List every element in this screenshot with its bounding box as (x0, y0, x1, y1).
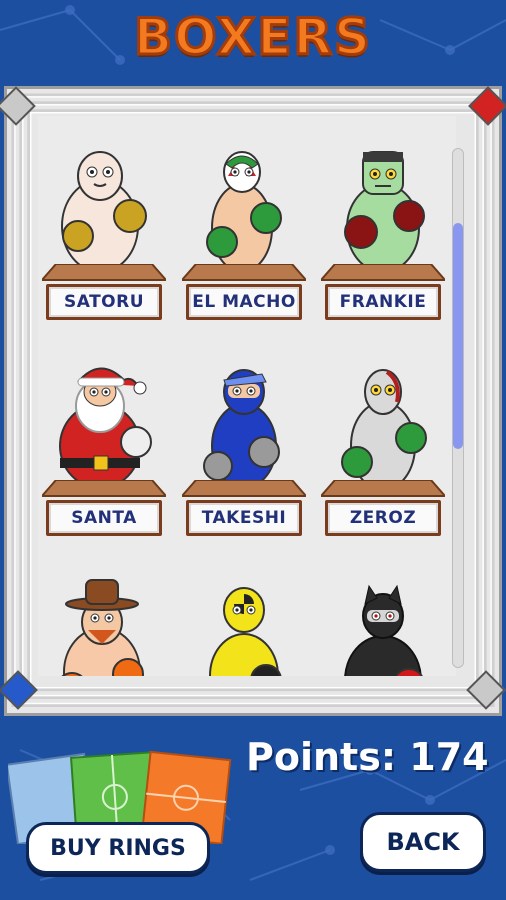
boxer-card-crash-dummy[interactable] (182, 576, 306, 676)
scrollbar-thumb[interactable] (453, 223, 463, 449)
boxer-card-zeroz[interactable]: ZEROZ (321, 362, 445, 548)
boxer-card-satoru[interactable]: SATORU (42, 146, 166, 332)
ninja-boxer-icon (203, 369, 280, 489)
boxer-list-scrollbar[interactable] (452, 148, 464, 668)
points-label: Points: (246, 735, 397, 779)
boxer-name: EL MACHO (186, 284, 302, 320)
luchador-boxer-icon (206, 151, 282, 273)
boxer-card-takeshi[interactable]: TAKESHI (182, 362, 306, 548)
cyborg-boxer-icon (341, 369, 427, 491)
points-display: Points: 174 (246, 735, 496, 779)
boxer-name: ZEROZ (325, 500, 441, 536)
boxer-name: FRANKIE (325, 284, 441, 320)
boxer-card-el-macho[interactable]: EL MACHO (182, 146, 306, 332)
cat-woman-boxer-icon (344, 584, 423, 676)
boxer-grid: SATORU EL MACHO FRANKIE SANTA TAKESHI ZE… (38, 116, 456, 676)
boxer-name: SATORU (46, 284, 162, 320)
frankenstein-boxer-icon (344, 151, 425, 273)
boxer-card-cowboy[interactable] (42, 576, 166, 676)
crash-dummy-boxer-icon (209, 587, 282, 676)
buy-rings-button[interactable]: BUY RINGS (26, 822, 210, 874)
boxer-name: SANTA (46, 500, 162, 536)
cowboy-boxer-icon (61, 579, 144, 676)
boxer-card-cat-woman[interactable] (321, 576, 445, 676)
santa-boxer-icon (59, 367, 152, 489)
screen-title: BOXERS (132, 7, 373, 68)
back-button[interactable]: BACK (360, 812, 486, 872)
boxer-card-frankie[interactable]: FRANKIE (321, 146, 445, 332)
boxer-name: TAKESHI (186, 500, 302, 536)
bald-boxer-icon (61, 151, 147, 273)
points-value: 174 (409, 735, 489, 779)
boxer-card-santa[interactable]: SANTA (42, 362, 166, 548)
